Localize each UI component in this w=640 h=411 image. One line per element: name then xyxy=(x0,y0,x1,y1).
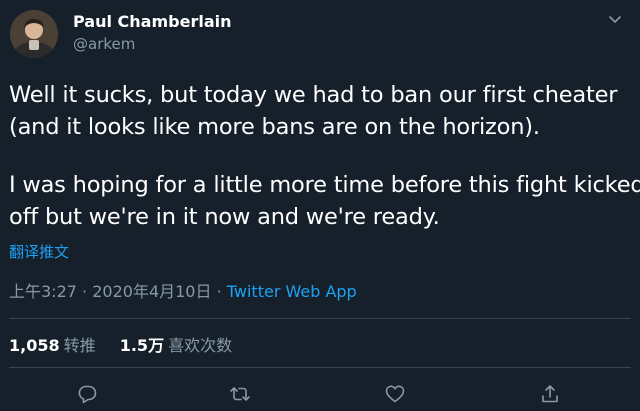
meta-separator: · xyxy=(82,282,88,301)
retweets-count: 1,058 xyxy=(9,336,60,355)
tweet-stats: 1,058 转推 1.5万 喜欢次数 xyxy=(9,332,232,356)
likes-stat[interactable]: 1.5万 喜欢次数 xyxy=(120,336,232,355)
author-handle[interactable]: @arkem xyxy=(73,35,135,53)
retweets-label: 转推 xyxy=(63,336,96,355)
tweet-line: I was hoping for a little more time befo… xyxy=(9,172,640,198)
retweets-stat[interactable]: 1,058 转推 xyxy=(9,336,96,355)
tweet-date[interactable]: 2020年4月10日 xyxy=(92,282,211,301)
tweet-text: Well it sucks, but today we had to ban o… xyxy=(9,79,640,233)
reply-button[interactable] xyxy=(74,381,100,407)
meta-separator: · xyxy=(216,282,222,301)
translate-link[interactable]: 翻译推文 xyxy=(9,241,69,262)
chevron-down-icon[interactable] xyxy=(605,12,625,26)
author-name[interactable]: Paul Chamberlain xyxy=(73,12,232,31)
reply-icon xyxy=(78,385,97,404)
tweet-line: (and it looks like more bans are on the … xyxy=(9,114,540,140)
like-button[interactable] xyxy=(382,381,408,407)
tweet-line: Well it sucks, but today we had to ban o… xyxy=(9,82,618,108)
tweet-meta: 上午3:27 · 2020年4月10日 · Twitter Web App xyxy=(9,278,357,302)
likes-label: 喜欢次数 xyxy=(168,336,233,355)
share-icon xyxy=(542,385,558,403)
heart-icon xyxy=(385,385,405,403)
retweet-icon xyxy=(230,387,250,401)
share-button[interactable] xyxy=(537,381,563,407)
tweet-time[interactable]: 上午3:27 xyxy=(9,282,77,301)
avatar[interactable] xyxy=(10,10,58,58)
tweet-source[interactable]: Twitter Web App xyxy=(227,282,357,301)
retweet-button[interactable] xyxy=(227,381,253,407)
divider xyxy=(9,367,631,368)
divider xyxy=(9,318,631,319)
likes-count: 1.5万 xyxy=(119,336,165,355)
tweet-line: off but we're in it now and we're ready. xyxy=(9,204,440,230)
